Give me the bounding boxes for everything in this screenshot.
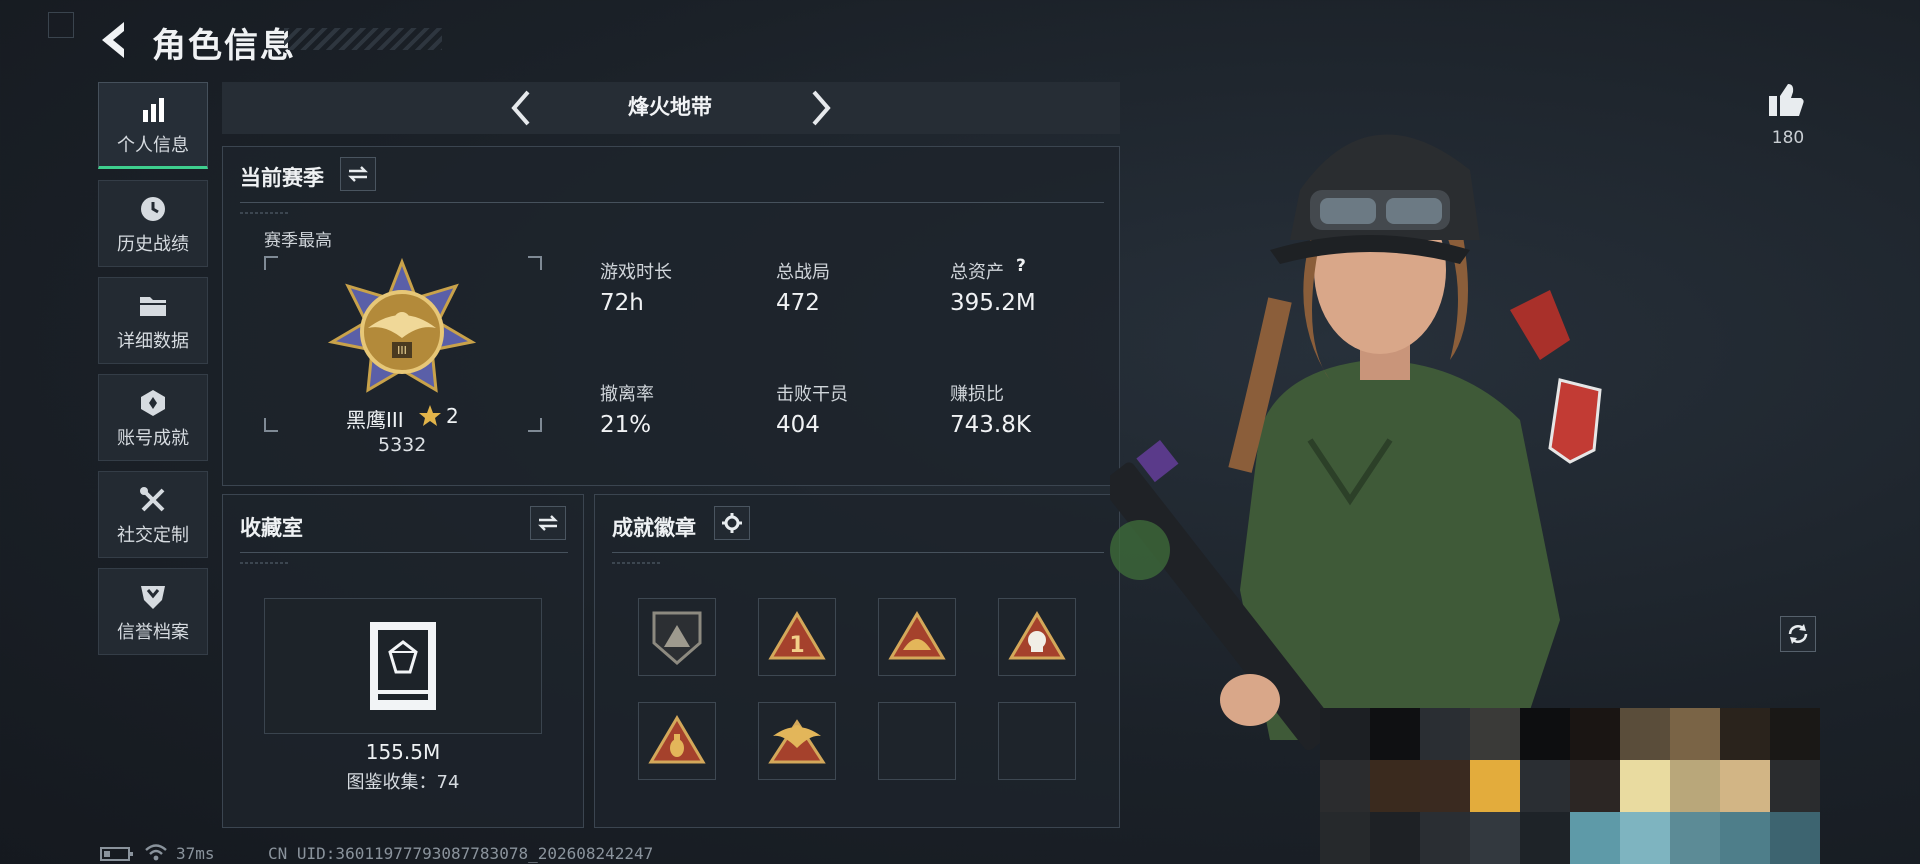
chevron-right-icon <box>812 90 831 126</box>
frame-corner <box>528 418 542 432</box>
achievement-slot-empty[interactable] <box>878 702 956 780</box>
divider <box>240 212 290 214</box>
next-mode-button[interactable] <box>800 86 840 130</box>
battery-icon <box>100 846 134 864</box>
back-arrow-icon <box>102 22 124 58</box>
stat-label: 撤离率 <box>600 384 654 405</box>
achievement-badge-grenade[interactable] <box>638 702 716 780</box>
title-decoration <box>284 28 442 50</box>
swap-icon <box>538 515 558 531</box>
ping-text: 37ms <box>176 844 215 863</box>
rank-emblem-icon: III <box>327 257 477 406</box>
chevron-left-icon <box>511 90 530 126</box>
stat-value: 472 <box>776 290 820 316</box>
sidebar-item-label: 信誉档案 <box>117 621 189 643</box>
sidebar-item-label: 社交定制 <box>117 524 189 546</box>
stat-label: 游戏时长 <box>600 262 672 283</box>
folder-icon <box>136 289 170 323</box>
svg-text:1: 1 <box>789 633 804 658</box>
divider <box>240 552 568 553</box>
achievement-badge-mountain[interactable] <box>638 598 716 676</box>
sidebar-item-social[interactable]: 社交定制 <box>98 471 208 558</box>
stat-value: 404 <box>776 412 820 438</box>
season-best-label: 赛季最高 <box>264 231 332 251</box>
stat-label: 赚损比 <box>950 384 1004 405</box>
collection-value: 155.5M <box>365 740 441 764</box>
rank-name: 黑鹰III <box>346 408 404 432</box>
display-case-icon <box>366 620 440 716</box>
season-switch-button[interactable] <box>340 157 376 191</box>
divider <box>240 202 1104 203</box>
sidebar-item-label: 历史战绩 <box>117 233 189 255</box>
sidebar-item-achievements[interactable]: 账号成就 <box>98 374 208 461</box>
corner-frame-icon <box>48 12 74 38</box>
total-assets-help-button[interactable]: ? <box>1016 256 1026 276</box>
stat-value: 72h <box>600 290 644 316</box>
sidebar-item-credit[interactable]: 信誉档案 <box>98 568 208 655</box>
sidebar-item-personal-info[interactable]: 个人信息 <box>98 82 208 169</box>
rotate-character-button[interactable] <box>1780 616 1816 652</box>
achievements-heading: 成就徽章 <box>612 516 696 540</box>
achievement-badge-number-one[interactable]: 1 <box>758 598 836 676</box>
stat-label: 总战局 <box>776 262 830 283</box>
season-heading: 当前赛季 <box>240 166 324 190</box>
uid-text: CN UID:3601197779308778307​8_20260824224… <box>268 844 654 863</box>
frame-corner <box>528 256 542 270</box>
achievement-badge-helmet[interactable] <box>878 598 956 676</box>
like-count: 180 <box>1771 128 1805 148</box>
sidebar-item-label: 详细数据 <box>117 330 189 352</box>
achievement-badge-eagle[interactable] <box>758 702 836 780</box>
shield-icon <box>136 580 170 614</box>
rank-stars: 2 <box>446 404 459 428</box>
previous-mode-button[interactable] <box>502 86 542 130</box>
pixelated-region <box>1320 708 1820 864</box>
stat-label: 总资产 <box>950 262 1004 283</box>
swap-icon <box>348 166 368 182</box>
medal-icon <box>136 386 170 420</box>
stat-value: 21% <box>600 412 652 438</box>
collection-switch-button[interactable] <box>530 506 566 540</box>
star-icon <box>418 404 442 432</box>
stat-value: 743.8K <box>950 412 1031 438</box>
frame-corner <box>264 418 278 432</box>
stat-label: 击败干员 <box>776 384 848 405</box>
achievement-slot-empty[interactable] <box>998 702 1076 780</box>
achievement-badge-skull[interactable] <box>998 598 1076 676</box>
bar-chart-icon <box>136 93 170 127</box>
wifi-icon <box>144 842 168 864</box>
gear-icon <box>722 513 742 533</box>
rank-score: 5332 <box>378 434 427 456</box>
sidebar-item-history[interactable]: 历史战绩 <box>98 180 208 267</box>
clock-icon <box>136 192 170 226</box>
thumbs-up-icon <box>1769 84 1804 116</box>
divider <box>240 562 290 564</box>
svg-text:III: III <box>397 344 407 357</box>
collection-count: 图鉴收集：74 <box>346 772 460 793</box>
mode-title: 烽火地带 <box>628 95 712 119</box>
page-title: 角色信息 <box>152 26 296 66</box>
sidebar-item-detail-data[interactable]: 详细数据 <box>98 277 208 364</box>
back-button[interactable] <box>96 18 136 62</box>
tools-icon <box>136 483 170 517</box>
stat-value: 395.2M <box>950 290 1036 316</box>
like-button[interactable] <box>1766 80 1806 124</box>
frame-corner <box>264 256 278 270</box>
sidebar-item-label: 个人信息 <box>117 134 189 156</box>
divider <box>612 552 1104 553</box>
divider <box>612 562 662 564</box>
achievements-settings-button[interactable] <box>714 506 750 540</box>
refresh-icon <box>1788 624 1808 644</box>
sidebar-item-label: 账号成就 <box>117 427 189 449</box>
collection-heading: 收藏室 <box>240 516 303 540</box>
